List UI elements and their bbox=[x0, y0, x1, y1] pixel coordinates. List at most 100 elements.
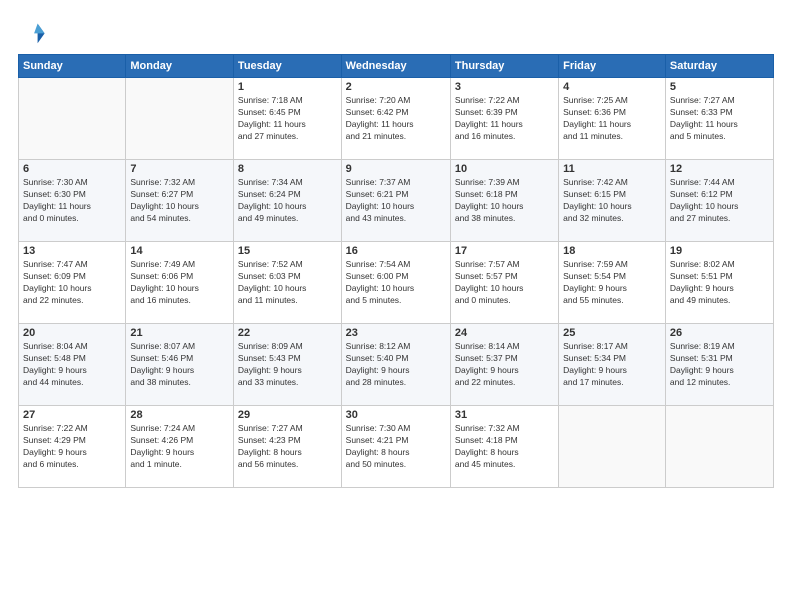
day-info: Sunrise: 8:12 AM Sunset: 5:40 PM Dayligh… bbox=[346, 341, 446, 389]
calendar-cell bbox=[665, 406, 773, 488]
day-info: Sunrise: 8:17 AM Sunset: 5:34 PM Dayligh… bbox=[563, 341, 661, 389]
calendar-cell: 20Sunrise: 8:04 AM Sunset: 5:48 PM Dayli… bbox=[19, 324, 126, 406]
calendar-cell: 15 Sunrise: 7:52 AM Sunset: 6:03 PM Dayli… bbox=[233, 242, 341, 324]
day-info: Sunrise: 8:19 AM Sunset: 5:31 PM Dayligh… bbox=[670, 341, 769, 389]
day-number: 21 bbox=[130, 327, 229, 339]
weekday-header-tuesday: Tuesday bbox=[233, 55, 341, 78]
day-info: Sunrise: 7:42 AM Sunset: 6:15 PM Dayligh… bbox=[563, 177, 661, 225]
weekday-header-saturday: Saturday bbox=[665, 55, 773, 78]
day-number: 15 bbox=[238, 245, 337, 257]
day-info: Sunrise: 7:44 AM Sunset: 6:12 PM Dayligh… bbox=[670, 177, 769, 225]
day-info: Sunrise: 7:59 AM Sunset: 5:54 PM Dayligh… bbox=[563, 259, 661, 307]
day-number: 12 bbox=[670, 163, 769, 175]
day-info: Sunrise: 7:20 AM Sunset: 6:42 PM Dayligh… bbox=[346, 95, 446, 143]
day-info: Sunrise: 8:14 AM Sunset: 5:37 PM Dayligh… bbox=[455, 341, 554, 389]
day-number: 24 bbox=[455, 327, 554, 339]
day-info: Sunrise: 7:34 AM Sunset: 6:24 PM Dayligh… bbox=[238, 177, 337, 225]
calendar-cell: 19Sunrise: 8:02 AM Sunset: 5:51 PM Dayli… bbox=[665, 242, 773, 324]
day-number: 7 bbox=[130, 163, 229, 175]
day-number: 22 bbox=[238, 327, 337, 339]
calendar-week-2: 6 Sunrise: 7:30 AM Sunset: 6:30 PM Daylig… bbox=[19, 160, 774, 242]
calendar-cell: 7 Sunrise: 7:32 AM Sunset: 6:27 PM Daylig… bbox=[126, 160, 234, 242]
weekday-header-monday: Monday bbox=[126, 55, 234, 78]
day-info: Sunrise: 7:30 AM Sunset: 6:30 PM Dayligh… bbox=[23, 177, 121, 225]
day-number: 2 bbox=[346, 81, 446, 93]
calendar-table: SundayMondayTuesdayWednesdayThursdayFrid… bbox=[18, 54, 774, 488]
day-number: 17 bbox=[455, 245, 554, 257]
day-number: 25 bbox=[563, 327, 661, 339]
day-info: Sunrise: 7:32 AM Sunset: 4:18 PM Dayligh… bbox=[455, 423, 554, 471]
calendar-cell: 23 Sunrise: 8:12 AM Sunset: 5:40 PM Dayli… bbox=[341, 324, 450, 406]
calendar-week-3: 13 Sunrise: 7:47 AM Sunset: 6:09 PM Dayli… bbox=[19, 242, 774, 324]
day-number: 13 bbox=[23, 245, 121, 257]
weekday-header-sunday: Sunday bbox=[19, 55, 126, 78]
weekday-header-thursday: Thursday bbox=[450, 55, 558, 78]
day-number: 27 bbox=[23, 409, 121, 421]
day-number: 28 bbox=[130, 409, 229, 421]
calendar-cell: 26 Sunrise: 8:19 AM Sunset: 5:31 PM Dayli… bbox=[665, 324, 773, 406]
day-info: Sunrise: 7:49 AM Sunset: 6:06 PM Dayligh… bbox=[130, 259, 229, 307]
day-info: Sunrise: 7:57 AM Sunset: 5:57 PM Dayligh… bbox=[455, 259, 554, 307]
day-number: 8 bbox=[238, 163, 337, 175]
day-info: Sunrise: 8:07 AM Sunset: 5:46 PM Dayligh… bbox=[130, 341, 229, 389]
day-info: Sunrise: 7:52 AM Sunset: 6:03 PM Dayligh… bbox=[238, 259, 337, 307]
calendar-cell: 5 Sunrise: 7:27 AM Sunset: 6:33 PM Daylig… bbox=[665, 78, 773, 160]
calendar-cell bbox=[126, 78, 234, 160]
calendar-cell: 29 Sunrise: 7:27 AM Sunset: 4:23 PM Dayli… bbox=[233, 406, 341, 488]
calendar-cell: 25 Sunrise: 8:17 AM Sunset: 5:34 PM Dayli… bbox=[559, 324, 666, 406]
day-number: 23 bbox=[346, 327, 446, 339]
day-number: 14 bbox=[130, 245, 229, 257]
day-number: 6 bbox=[23, 163, 121, 175]
day-number: 29 bbox=[238, 409, 337, 421]
calendar-cell: 14 Sunrise: 7:49 AM Sunset: 6:06 PM Dayli… bbox=[126, 242, 234, 324]
calendar-cell: 16 Sunrise: 7:54 AM Sunset: 6:00 PM Dayli… bbox=[341, 242, 450, 324]
day-info: Sunrise: 7:25 AM Sunset: 6:36 PM Dayligh… bbox=[563, 95, 661, 143]
calendar-cell: 2 Sunrise: 7:20 AM Sunset: 6:42 PM Daylig… bbox=[341, 78, 450, 160]
day-number: 16 bbox=[346, 245, 446, 257]
day-info: Sunrise: 7:32 AM Sunset: 6:27 PM Dayligh… bbox=[130, 177, 229, 225]
day-number: 9 bbox=[346, 163, 446, 175]
weekday-header-row: SundayMondayTuesdayWednesdayThursdayFrid… bbox=[19, 55, 774, 78]
logo-icon bbox=[18, 18, 46, 46]
day-info: Sunrise: 7:54 AM Sunset: 6:00 PM Dayligh… bbox=[346, 259, 446, 307]
day-number: 18 bbox=[563, 245, 661, 257]
calendar-cell: 30 Sunrise: 7:30 AM Sunset: 4:21 PM Dayli… bbox=[341, 406, 450, 488]
day-info: Sunrise: 7:27 AM Sunset: 4:23 PM Dayligh… bbox=[238, 423, 337, 471]
calendar-week-4: 20Sunrise: 8:04 AM Sunset: 5:48 PM Dayli… bbox=[19, 324, 774, 406]
day-number: 1 bbox=[238, 81, 337, 93]
page: SundayMondayTuesdayWednesdayThursdayFrid… bbox=[0, 0, 792, 612]
weekday-header-wednesday: Wednesday bbox=[341, 55, 450, 78]
calendar-cell: 13 Sunrise: 7:47 AM Sunset: 6:09 PM Dayli… bbox=[19, 242, 126, 324]
calendar-cell: 1 Sunrise: 7:18 AM Sunset: 6:45 PM Daylig… bbox=[233, 78, 341, 160]
day-number: 26 bbox=[670, 327, 769, 339]
calendar-cell: 17 Sunrise: 7:57 AM Sunset: 5:57 PM Dayli… bbox=[450, 242, 558, 324]
calendar-cell: 8 Sunrise: 7:34 AM Sunset: 6:24 PM Daylig… bbox=[233, 160, 341, 242]
calendar-cell: 22 Sunrise: 8:09 AM Sunset: 5:43 PM Dayli… bbox=[233, 324, 341, 406]
header bbox=[18, 18, 774, 46]
day-number: 30 bbox=[346, 409, 446, 421]
day-number: 4 bbox=[563, 81, 661, 93]
logo bbox=[18, 18, 50, 46]
weekday-header-friday: Friday bbox=[559, 55, 666, 78]
day-info: Sunrise: 8:02 AM Sunset: 5:51 PM Dayligh… bbox=[670, 259, 769, 307]
day-number: 31 bbox=[455, 409, 554, 421]
day-info: Sunrise: 7:18 AM Sunset: 6:45 PM Dayligh… bbox=[238, 95, 337, 143]
calendar-cell: 11Sunrise: 7:42 AM Sunset: 6:15 PM Dayli… bbox=[559, 160, 666, 242]
calendar-cell: 12 Sunrise: 7:44 AM Sunset: 6:12 PM Dayli… bbox=[665, 160, 773, 242]
calendar-cell: 31 Sunrise: 7:32 AM Sunset: 4:18 PM Dayli… bbox=[450, 406, 558, 488]
day-info: Sunrise: 8:09 AM Sunset: 5:43 PM Dayligh… bbox=[238, 341, 337, 389]
day-info: Sunrise: 7:27 AM Sunset: 6:33 PM Dayligh… bbox=[670, 95, 769, 143]
calendar-cell: 28Sunrise: 7:24 AM Sunset: 4:26 PM Dayli… bbox=[126, 406, 234, 488]
day-number: 5 bbox=[670, 81, 769, 93]
calendar-cell bbox=[19, 78, 126, 160]
day-info: Sunrise: 7:22 AM Sunset: 4:29 PM Dayligh… bbox=[23, 423, 121, 471]
calendar-cell: 24 Sunrise: 8:14 AM Sunset: 5:37 PM Dayli… bbox=[450, 324, 558, 406]
day-info: Sunrise: 7:22 AM Sunset: 6:39 PM Dayligh… bbox=[455, 95, 554, 143]
day-info: Sunrise: 7:30 AM Sunset: 4:21 PM Dayligh… bbox=[346, 423, 446, 471]
calendar-cell: 10Sunrise: 7:39 AM Sunset: 6:18 PM Dayli… bbox=[450, 160, 558, 242]
calendar-cell: 9Sunrise: 7:37 AM Sunset: 6:21 PM Daylig… bbox=[341, 160, 450, 242]
day-info: Sunrise: 7:47 AM Sunset: 6:09 PM Dayligh… bbox=[23, 259, 121, 307]
calendar-cell: 18 Sunrise: 7:59 AM Sunset: 5:54 PM Dayli… bbox=[559, 242, 666, 324]
day-number: 10 bbox=[455, 163, 554, 175]
calendar-cell bbox=[559, 406, 666, 488]
